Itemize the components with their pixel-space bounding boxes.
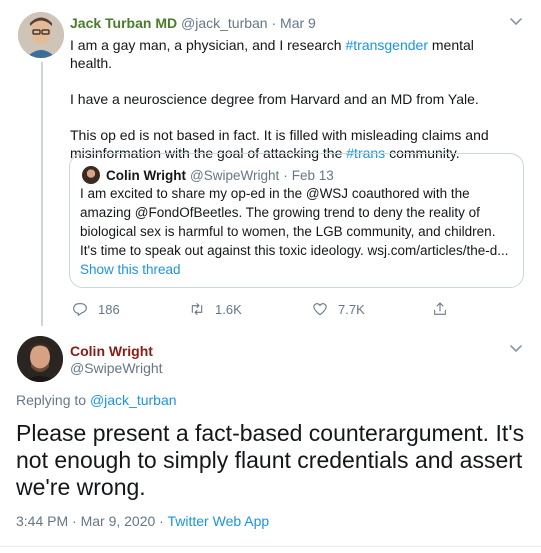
tweet-date[interactable]: Mar 9 [280, 15, 316, 31]
like-button[interactable]: 7.7K [312, 301, 365, 317]
show-thread-link[interactable]: Show this thread [80, 262, 181, 277]
author-name[interactable]: Jack Turban MD [70, 15, 177, 31]
tweet-header: Jack Turban MD @jack_turban · Mar 9 [70, 15, 316, 31]
retweet-icon [189, 301, 215, 317]
reply-tweet-text: Please present a fact-based counterargum… [16, 420, 525, 500]
reply-timestamp[interactable]: 3:44 PM · Mar 9, 2020 · [16, 513, 167, 529]
reply-author-name[interactable]: Colin Wright [70, 343, 153, 359]
reply-button[interactable]: 186 [72, 301, 120, 317]
separator-dot: · [283, 167, 288, 183]
reply-count: 186 [98, 301, 120, 317]
hashtag-transgender[interactable]: #transgender [345, 37, 428, 53]
quoted-tweet-text: I am excited to share my op-ed in the @W… [80, 186, 509, 258]
quoted-author-avatar [82, 166, 100, 184]
quoted-author-handle: @SwipeWright [190, 167, 280, 183]
avatar-jack-turban[interactable] [18, 12, 64, 58]
thread-connector-line [41, 62, 43, 326]
retweet-count: 1.6K [215, 301, 242, 317]
divider [0, 546, 541, 547]
reply-icon [72, 301, 98, 317]
chevron-down-icon[interactable] [509, 14, 523, 28]
quoted-tweet-card[interactable]: Colin Wright @SwipeWright · Feb 13 I am … [69, 153, 524, 288]
chevron-down-icon[interactable] [509, 341, 523, 355]
reply-meta: 3:44 PM · Mar 9, 2020 · Twitter Web App [16, 513, 269, 529]
tweet-paragraph-1: I am a gay man, a physician, and I resea… [70, 37, 474, 71]
quoted-tweet-date: Feb 13 [291, 167, 334, 183]
share-icon [432, 301, 458, 317]
tweet-paragraph-2: I have a neuroscience degree from Harvar… [70, 91, 479, 107]
avatar-colin-wright[interactable] [17, 336, 63, 382]
tweet-action-bar: 186 1.6K 7.7K [70, 301, 490, 321]
share-button[interactable] [432, 301, 458, 317]
separator-dot: · [271, 15, 277, 31]
replying-to-line: Replying to @jack_turban [16, 392, 177, 408]
quoted-author-name: Colin Wright [106, 167, 186, 183]
like-icon [312, 301, 338, 317]
author-handle[interactable]: @jack_turban [181, 15, 268, 31]
like-count: 7.7K [338, 301, 365, 317]
reply-author-handle[interactable]: @SwipeWright [70, 360, 163, 376]
replying-to-handle[interactable]: @jack_turban [90, 392, 177, 408]
reply-source[interactable]: Twitter Web App [167, 513, 269, 529]
retweet-button[interactable]: 1.6K [189, 301, 242, 317]
quoted-tweet-header: Colin Wright @SwipeWright · Feb 13 [82, 166, 334, 184]
